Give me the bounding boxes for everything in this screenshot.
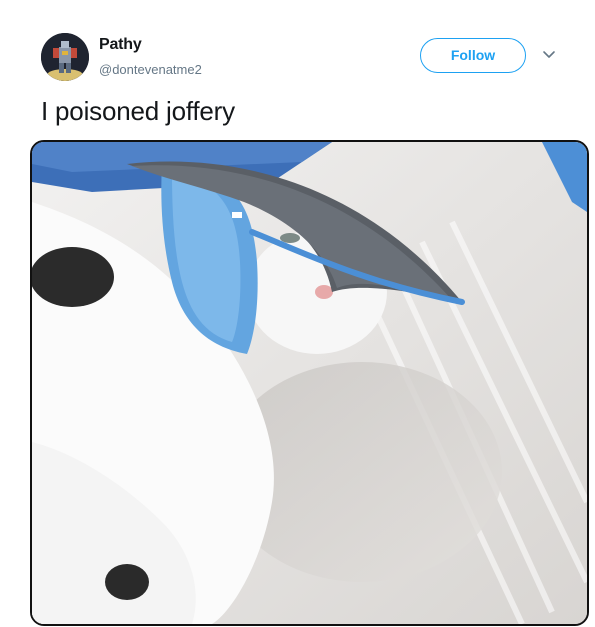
user-handle[interactable]: @dontevenatme2 [99,62,202,77]
follow-button[interactable]: Follow [420,38,526,73]
display-name[interactable]: Pathy [99,36,142,54]
chevron-down-icon[interactable] [540,48,558,62]
avatar-icon [41,33,89,81]
photo-icon [32,142,587,624]
avatar[interactable] [41,33,89,81]
tweet-card: Pathy @dontevenatme2 Follow I poisoned j… [0,0,595,627]
tweet-text: I poisoned joffery [41,96,235,126]
tweet-photo[interactable] [30,140,589,626]
